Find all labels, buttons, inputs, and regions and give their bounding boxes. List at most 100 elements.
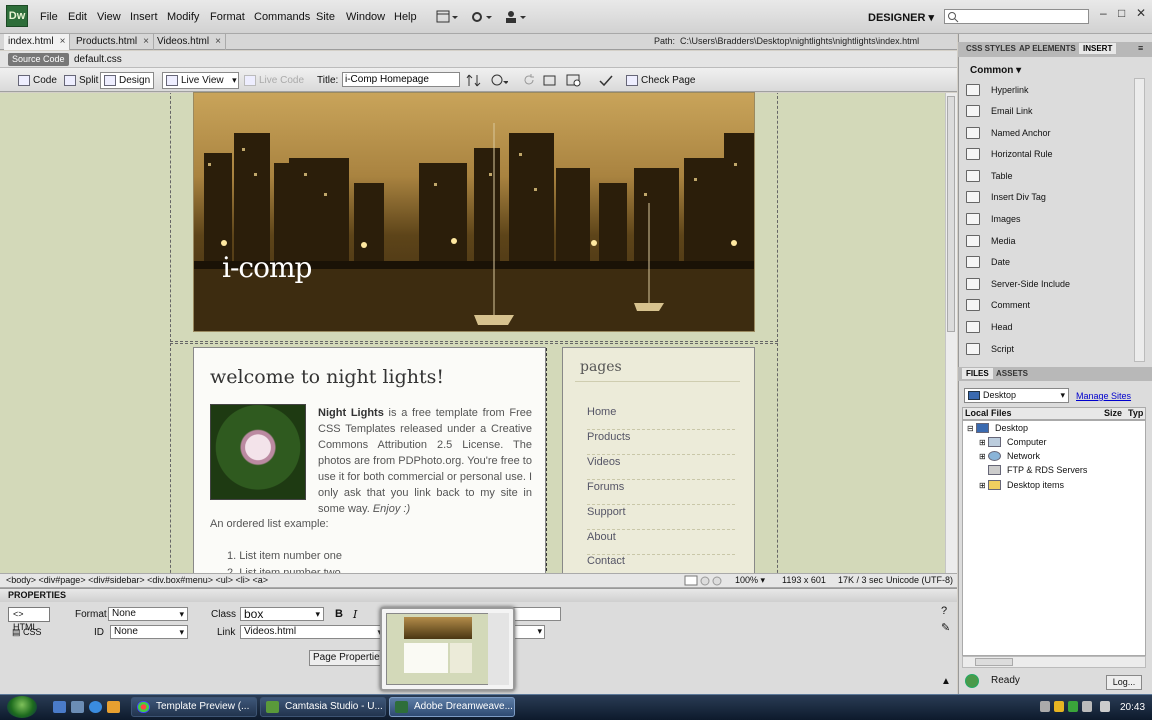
insert-named-anchor[interactable]: Named Anchor [966,122,1051,143]
tray-green-icon[interactable] [1068,701,1078,712]
nav-link-products[interactable]: Products [587,430,735,455]
menu-help[interactable]: Help [394,11,417,23]
insert-ssi[interactable]: Server-Side Include [966,273,1070,294]
tray-volume-icon[interactable] [1100,701,1110,712]
design-view-button[interactable]: Design [100,72,155,89]
help-icon[interactable]: ? [941,605,947,617]
insert-panel-scrollbar[interactable] [1134,78,1145,362]
bold-button[interactable]: B [335,608,343,620]
content-div[interactable]: welcome to night lights! Night Lights is… [193,347,546,579]
workspace-switcher[interactable]: DESIGNER ▾ [868,11,934,24]
menu-edit[interactable]: Edit [68,11,87,23]
task-dreamweaver[interactable]: Adobe Dreamweave... [389,697,515,717]
tab-insert[interactable]: INSERT [1079,43,1117,54]
visual-aids-icon[interactable] [542,73,558,88]
site-select[interactable]: Desktop ▾ [964,388,1069,403]
insert-hyperlink[interactable]: Hyperlink [966,79,1029,100]
quick-tag-icon[interactable]: ✎ [941,621,950,634]
nav-link-forums[interactable]: Forums [587,480,735,505]
insert-images[interactable]: Images [966,208,1021,229]
tab-css-styles[interactable]: CSS STYLES [962,43,1020,54]
tab-videos[interactable]: Videos.html × [153,34,226,50]
clock[interactable]: 20:43 [1120,702,1145,713]
check-page-button[interactable]: Check Page [622,72,699,89]
file-management-icon[interactable] [466,73,484,88]
tray-icon[interactable] [1040,701,1050,712]
source-code-button[interactable]: Source Code [8,53,69,66]
tree-item-computer[interactable]: ⊞ Computer [979,437,1047,447]
quicklaunch-icon[interactable] [107,701,120,713]
id-select[interactable]: None [110,625,188,639]
layout-icon[interactable] [436,10,458,24]
italic-button[interactable]: I [353,608,357,621]
panel-menu-icon[interactable]: ≡ [1138,43,1143,53]
insert-div-tag[interactable]: Insert Div Tag [966,186,1046,207]
menu-format[interactable]: Format [210,11,245,23]
validate-icon[interactable] [598,73,616,88]
tag-selector[interactable]: <body> <div#page> <div#sidebar> <div.box… [6,575,268,585]
properties-title[interactable]: PROPERTIES [0,589,957,602]
minimize-button[interactable]: – [1100,6,1107,20]
menu-file[interactable]: File [40,11,58,23]
format-select[interactable]: None [108,607,188,621]
class-select[interactable]: box [240,607,324,621]
tab-assets[interactable]: ASSETS [992,368,1032,379]
select-tools-icon[interactable] [684,575,728,586]
files-hscrollbar[interactable] [962,656,1146,668]
menu-insert[interactable]: Insert [130,11,158,23]
live-code-button[interactable]: Live Code [240,72,308,89]
tree-item-network[interactable]: ⊞ Network [979,451,1040,461]
menu-site[interactable]: Site [316,11,335,23]
menu-view[interactable]: View [97,11,121,23]
files-hscrollbar-thumb[interactable] [975,658,1013,666]
log-button[interactable]: Log... [1106,675,1142,690]
connect-icon[interactable] [965,674,979,688]
view-options-icon[interactable] [566,73,586,88]
site-icon[interactable] [504,10,526,24]
target-select[interactable]: ▾ [513,625,545,639]
help-search-input[interactable] [944,9,1089,24]
title-input-field[interactable] [513,607,561,621]
nav-link-about[interactable]: About [587,530,735,555]
split-view-button[interactable]: Split [60,72,102,89]
insert-media[interactable]: Media [966,230,1016,251]
tree-item-desktop-items[interactable]: ⊞ Desktop items [979,480,1064,490]
insert-script[interactable]: Script [966,338,1014,359]
tab-products[interactable]: Products.html × [72,34,154,50]
taskbar-thumbnail-preview[interactable] [380,607,515,691]
gear-icon[interactable] [470,10,492,24]
ie-icon[interactable] [89,701,102,713]
maximize-button[interactable]: □ [1118,6,1125,20]
tab-index[interactable]: index.html × [4,34,71,50]
nav-link-videos[interactable]: Videos [587,455,735,480]
html-mode-button[interactable]: <> HTML [8,607,50,632]
close-tab-icon[interactable]: × [215,36,221,47]
insert-table[interactable]: Table [966,165,1013,186]
related-css-file[interactable]: default.css [74,54,122,65]
insert-horizontal-rule[interactable]: Horizontal Rule [966,143,1053,164]
switch-windows-icon[interactable] [71,701,84,713]
code-view-button[interactable]: Code [14,72,61,89]
insert-comment[interactable]: Comment [966,294,1030,315]
insert-head[interactable]: Head [966,316,1013,337]
file-tree[interactable]: ⊟ Desktop ⊞ Computer ⊞ Network FTP & RDS Se… [962,420,1146,656]
nav-link-home[interactable]: Home [587,405,735,430]
link-input[interactable]: Videos.html [240,625,385,639]
sidebar-div[interactable]: pages Home Products Videos Forums Suppor… [562,347,755,579]
menu-window[interactable]: Window [346,11,385,23]
tray-network-icon[interactable] [1082,701,1092,712]
show-desktop-icon[interactable] [53,701,66,713]
page-title-input[interactable] [342,72,460,87]
zoom-select[interactable]: 100% ▾ [735,575,765,586]
nav-link-support[interactable]: Support [587,505,735,530]
task-template-preview[interactable]: Template Preview (... [131,697,257,717]
task-camtasia[interactable]: Camtasia Studio - U... [260,697,386,717]
tab-ap-elements[interactable]: AP ELEMENTS [1015,43,1080,54]
menu-commands[interactable]: Commands [254,11,310,23]
insert-date[interactable]: Date [966,251,1010,272]
start-button[interactable] [7,696,37,718]
tab-files[interactable]: FILES [962,368,993,379]
menu-modify[interactable]: Modify [167,11,199,23]
css-mode-button[interactable]: ▤ CSS [12,627,42,638]
tray-shield-icon[interactable] [1054,701,1064,712]
